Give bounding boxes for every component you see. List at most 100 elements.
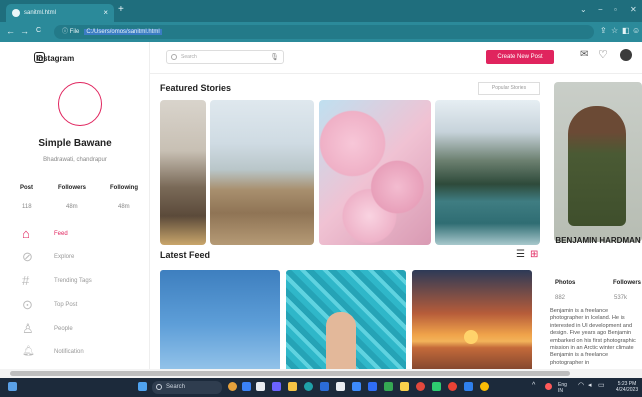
chrome-icon[interactable]	[448, 382, 457, 391]
person-stat-label-photos: Photos	[555, 280, 576, 286]
user-avatar[interactable]	[620, 49, 632, 61]
app-icon[interactable]	[368, 382, 377, 391]
tray-language[interactable]: Eng IN	[558, 382, 572, 394]
app-top-bar: Search 🎙 Create New Post ✉ ♡	[150, 42, 642, 74]
person-stat-value-followers: 537k	[614, 295, 628, 301]
create-new-post-button[interactable]: Create New Post	[486, 50, 554, 64]
feed-post-subject	[326, 312, 356, 374]
heart-icon[interactable]: ♡	[598, 48, 608, 61]
tab-title: sanitml.html	[24, 10, 57, 16]
popular-stories-button[interactable]: Popular Stories	[478, 82, 540, 95]
profile-avatar[interactable]	[58, 82, 102, 126]
task-view-icon[interactable]	[256, 382, 265, 391]
bell-icon: 🔔︎	[22, 346, 35, 357]
menu-item-label: Explore	[54, 254, 75, 260]
taskbar-search-icon	[156, 384, 162, 390]
tray-chevron-icon[interactable]: ^	[532, 382, 535, 389]
browser-tab[interactable]: sanitml.html ×	[6, 4, 114, 22]
menu-item-label: Top Post	[54, 302, 78, 308]
story-card[interactable]	[160, 100, 206, 245]
app-window: Instagram Simple Bawane Bhadrawati, chan…	[0, 42, 642, 378]
stat-value-following: 48m	[118, 204, 130, 210]
tray-app-icon[interactable]	[545, 383, 552, 390]
battery-icon[interactable]: ▭	[598, 382, 605, 389]
feed-post[interactable]	[286, 270, 406, 378]
person-stat-value-photos: 882	[555, 295, 566, 301]
file-explorer-icon[interactable]	[288, 382, 297, 391]
tab-search-icon[interactable]: ⌄	[580, 5, 587, 14]
app-icon[interactable]	[400, 382, 409, 391]
tray-clock[interactable]: 5:23 PM 4/24/2023	[612, 381, 642, 393]
menu-item-label: Feed	[54, 231, 68, 237]
microphone-icon[interactable]: 🎙	[270, 52, 279, 64]
app-icon[interactable]	[416, 382, 425, 391]
profile-location: Bhadrawati, chandrapur	[43, 157, 107, 163]
app-icon[interactable]	[432, 382, 441, 391]
vscode-icon[interactable]	[464, 382, 473, 391]
profile-icon[interactable]: ☺	[632, 26, 640, 35]
check-circle-icon: ⊙	[22, 297, 33, 312]
app-icon[interactable]	[480, 382, 489, 391]
stat-value-followers: 48m	[66, 204, 78, 210]
edge-browser-icon[interactable]	[304, 382, 313, 391]
story-card[interactable]	[435, 100, 540, 245]
app-icon[interactable]	[352, 382, 361, 391]
stat-value-post: 118	[22, 204, 32, 210]
search-input[interactable]: Search 🎙	[166, 50, 284, 64]
bookmark-star-icon[interactable]: ☆	[611, 26, 618, 35]
stat-label-post: Post	[20, 185, 34, 191]
taskbar-search[interactable]: Search	[152, 381, 222, 394]
grid-view-icon[interactable]: ⊞	[530, 249, 538, 260]
store-icon[interactable]	[336, 382, 345, 391]
back-button[interactable]: ←	[6, 26, 15, 36]
list-view-icon[interactable]: ☰	[516, 249, 525, 260]
app-icon[interactable]	[384, 382, 393, 391]
widgets-icon[interactable]	[8, 382, 17, 391]
featured-person-photo[interactable]	[554, 82, 642, 242]
feed-post[interactable]	[160, 270, 280, 378]
volume-icon[interactable]: ◂	[588, 382, 592, 389]
sidebar-icon[interactable]: ◧	[622, 26, 630, 35]
share-icon[interactable]: ⇪	[600, 26, 607, 35]
featured-person-bio: Benjamin is a freelance photographer in …	[550, 308, 636, 366]
app-icon[interactable]	[228, 382, 237, 391]
horizontal-scrollbar[interactable]	[0, 369, 642, 378]
taskbar: Search ^ Eng IN ◠ ◂ ▭ 5:23 PM 4/24/2023	[0, 378, 642, 397]
minimize-button[interactable]: −	[598, 5, 603, 14]
story-card[interactable]	[319, 100, 431, 245]
tab-favicon-icon	[12, 9, 20, 17]
url-text: C:/Users/omos/sanitml.html	[84, 29, 162, 35]
app-icon[interactable]	[320, 382, 329, 391]
menu-item-label: Notification	[54, 349, 84, 355]
featured-stories-title: Featured Stories	[160, 83, 232, 93]
sidebar: Instagram Simple Bawane Bhadrawati, chan…	[0, 42, 150, 378]
person-figure	[568, 106, 626, 226]
url-prefix: ⓘ File	[62, 29, 80, 35]
scrollbar-thumb[interactable]	[10, 371, 570, 376]
sun-shape	[464, 330, 478, 344]
search-placeholder: Search	[181, 54, 197, 60]
stat-label-followers: Followers	[58, 185, 87, 191]
close-window-button[interactable]: ✕	[630, 5, 637, 14]
start-icon[interactable]	[138, 382, 147, 391]
maximize-button[interactable]: ▫	[614, 5, 617, 14]
reload-button[interactable]: C	[36, 27, 41, 34]
profile-name: Simple Bawane	[38, 138, 112, 149]
story-card[interactable]	[210, 100, 314, 245]
messages-icon[interactable]: ✉	[580, 49, 588, 60]
url-input[interactable]: ⓘ File C:/Users/omos/sanitml.html	[54, 25, 594, 39]
new-tab-button[interactable]: +	[118, 4, 124, 15]
latest-feed-title: Latest Feed	[160, 250, 211, 260]
forward-button[interactable]: →	[20, 26, 29, 36]
taskbar-search-label: Search	[166, 384, 186, 390]
wifi-icon[interactable]: ◠	[578, 382, 584, 389]
browser-tab-bar: sanitml.html × + ⌄ − ▫ ✕	[0, 0, 642, 22]
menu-item-label: Trending Tags	[54, 278, 92, 284]
app-icon[interactable]	[242, 382, 251, 391]
app-icon[interactable]	[272, 382, 281, 391]
home-icon: ⌂	[22, 226, 30, 241]
brand[interactable]: Instagram	[20, 52, 74, 63]
feed-post[interactable]	[412, 270, 532, 378]
tab-close-icon[interactable]: ×	[103, 4, 108, 22]
person-stat-label-followers: Followers	[613, 280, 642, 286]
